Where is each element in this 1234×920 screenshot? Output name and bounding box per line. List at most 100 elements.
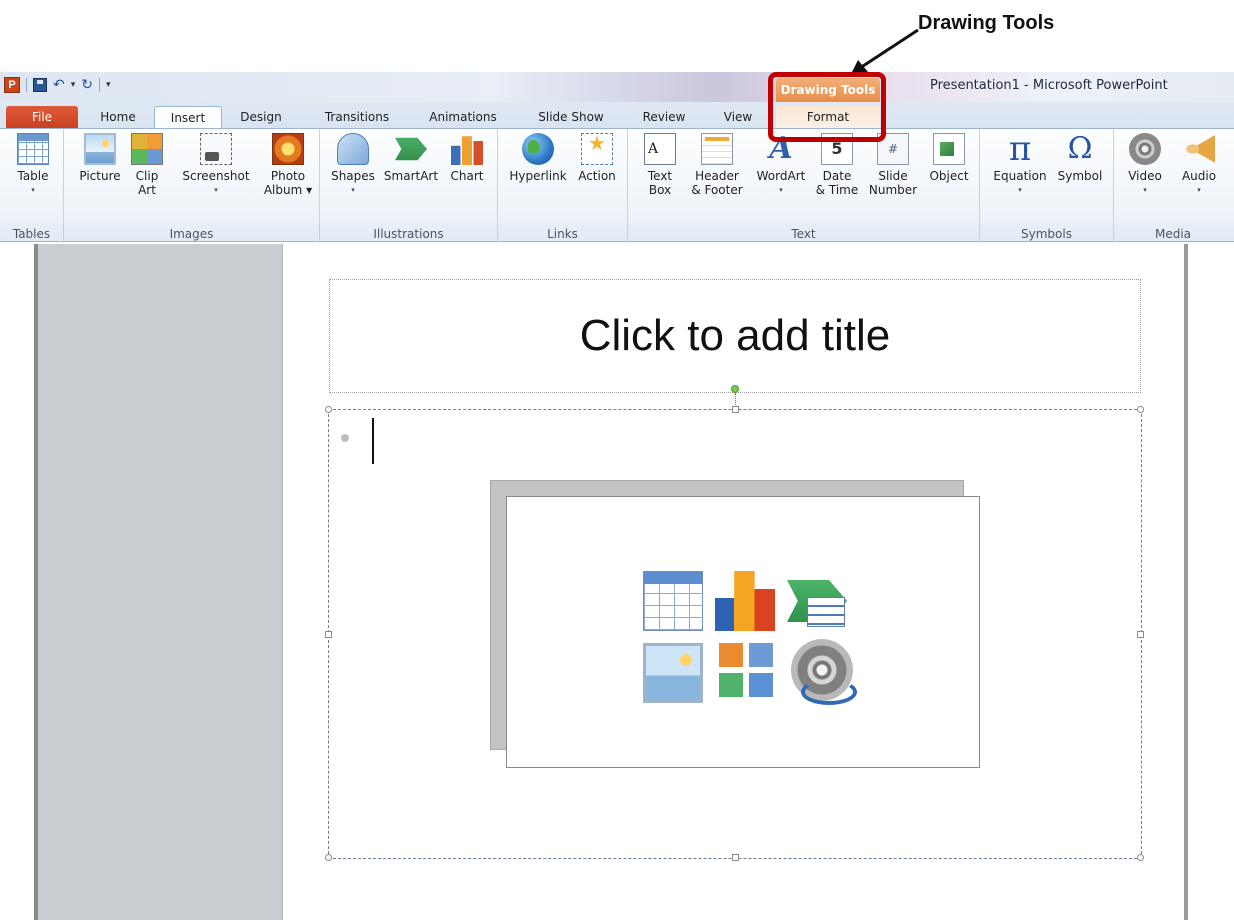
video-button[interactable]: Video ▾ bbox=[1122, 133, 1168, 197]
picture-icon bbox=[84, 133, 116, 165]
resize-handle-bottom[interactable] bbox=[732, 854, 739, 861]
object-icon bbox=[933, 133, 965, 165]
text-box-icon: A bbox=[644, 133, 676, 165]
chart-icon bbox=[451, 136, 483, 165]
drawing-tools-highlight bbox=[768, 72, 886, 142]
table-button[interactable]: Table ▾ bbox=[14, 133, 52, 197]
group-links: Hyperlink Action Links bbox=[498, 129, 628, 243]
shapes-button[interactable]: Shapes ▾ bbox=[328, 133, 378, 197]
content-icons-card bbox=[506, 496, 980, 768]
resize-handle-bottom-right[interactable] bbox=[1137, 854, 1144, 861]
slide-canvas[interactable]: Click to add title bbox=[282, 244, 1184, 920]
hyperlink-globe-icon bbox=[522, 133, 554, 165]
insert-table-icon[interactable] bbox=[643, 571, 703, 631]
workspace: Click to add title bbox=[0, 244, 1234, 920]
speaker-icon bbox=[1183, 133, 1215, 165]
group-label-images: Images bbox=[169, 227, 214, 241]
resize-handle-bottom-left[interactable] bbox=[325, 854, 332, 861]
title-bar: P ↶ ▾ ↻ ▾ Drawing Tools Presentation1 - … bbox=[0, 72, 1234, 102]
tab-home[interactable]: Home bbox=[88, 106, 148, 128]
photo-album-icon bbox=[272, 133, 304, 165]
wordart-button[interactable]: A WordArt ▾ bbox=[752, 133, 810, 197]
content-placeholder[interactable] bbox=[325, 406, 1144, 861]
customize-qat-icon[interactable]: ▾ bbox=[106, 80, 111, 90]
window-title: Presentation1 - Microsoft PowerPoint bbox=[930, 78, 1168, 93]
qat-separator bbox=[26, 78, 27, 92]
group-label-illustrations: Illustrations bbox=[373, 227, 444, 241]
rotation-handle[interactable] bbox=[731, 385, 739, 393]
tab-review[interactable]: Review bbox=[634, 106, 694, 128]
group-images: Picture Clip Art Screenshot ▾ Photo Albu… bbox=[64, 129, 320, 243]
tab-slide-show[interactable]: Slide Show bbox=[526, 106, 616, 128]
group-label-links: Links bbox=[547, 227, 578, 241]
tab-design[interactable]: Design bbox=[228, 106, 294, 128]
audio-button[interactable]: Audio ▾ bbox=[1176, 133, 1222, 197]
clip-art-button[interactable]: Clip Art bbox=[130, 133, 164, 197]
undo-icon[interactable]: ↶ bbox=[53, 77, 65, 93]
powerpoint-window: P ↶ ▾ ↻ ▾ Drawing Tools Presentation1 - … bbox=[0, 72, 1234, 920]
tab-transitions[interactable]: Transitions bbox=[312, 106, 402, 128]
ribbon: Table ▾ Tables Picture Clip Art Screensh… bbox=[0, 128, 1234, 243]
chart-button[interactable]: Chart bbox=[446, 133, 488, 183]
symbol-button[interactable]: Ω Symbol bbox=[1054, 131, 1106, 184]
title-placeholder[interactable]: Click to add title bbox=[329, 279, 1141, 393]
text-cursor bbox=[372, 418, 374, 464]
smartart-button[interactable]: SmartArt bbox=[378, 133, 444, 183]
group-label-symbols: Symbols bbox=[1021, 227, 1072, 241]
group-tables: Table ▾ Tables bbox=[0, 129, 64, 243]
resize-handle-right[interactable] bbox=[1137, 631, 1144, 638]
equation-button[interactable]: π Equation ▾ bbox=[988, 129, 1052, 197]
action-star-icon bbox=[581, 133, 613, 165]
shapes-icon bbox=[337, 133, 369, 165]
text-box-button[interactable]: A Text Box bbox=[642, 133, 678, 197]
video-reel-icon bbox=[1129, 133, 1161, 165]
save-icon[interactable] bbox=[33, 78, 47, 92]
tab-file[interactable]: File bbox=[6, 106, 78, 128]
resize-handle-top[interactable] bbox=[732, 406, 739, 413]
insert-clip-art-icon[interactable] bbox=[719, 643, 773, 697]
action-button[interactable]: Action bbox=[574, 133, 620, 183]
resize-handle-top-left[interactable] bbox=[325, 406, 332, 413]
date-time-button[interactable]: 5 Date & Time bbox=[814, 133, 860, 197]
tab-animations[interactable]: Animations bbox=[420, 106, 506, 128]
group-text: A Text Box Header & Footer A WordArt ▾ 5… bbox=[628, 129, 980, 243]
hyperlink-button[interactable]: Hyperlink bbox=[506, 133, 570, 183]
slide-number-button[interactable]: # Slide Number bbox=[868, 133, 918, 197]
photo-album-button[interactable]: Photo Album ▾ bbox=[260, 133, 316, 197]
group-illustrations: Shapes ▾ SmartArt Chart Illustrations bbox=[320, 129, 498, 243]
resize-handle-top-right[interactable] bbox=[1137, 406, 1144, 413]
quick-access-toolbar: P ↶ ▾ ↻ ▾ bbox=[4, 77, 111, 93]
ribbon-tabs: File Home Insert Design Transitions Anim… bbox=[0, 102, 1234, 128]
group-media: Video ▾ Audio ▾ Media bbox=[1114, 129, 1232, 243]
group-label-text: Text bbox=[791, 227, 816, 241]
group-symbols: π Equation ▾ Ω Symbol Symbols bbox=[980, 129, 1114, 243]
group-label-media: Media bbox=[1154, 227, 1192, 241]
rotation-connector bbox=[735, 393, 736, 407]
powerpoint-app-icon[interactable]: P bbox=[4, 77, 20, 93]
insert-picture-icon[interactable] bbox=[643, 643, 703, 703]
insert-media-clip-icon[interactable] bbox=[791, 639, 857, 705]
header-footer-icon bbox=[701, 133, 733, 165]
table-icon bbox=[17, 133, 49, 165]
group-label-tables: Tables bbox=[12, 227, 51, 241]
resize-handle-left[interactable] bbox=[325, 631, 332, 638]
clip-art-icon bbox=[131, 133, 163, 165]
tab-insert[interactable]: Insert bbox=[154, 106, 222, 128]
smartart-document-icon bbox=[807, 597, 845, 627]
window-right-border bbox=[1184, 244, 1188, 920]
picture-button[interactable]: Picture bbox=[76, 133, 124, 183]
insert-chart-icon[interactable] bbox=[715, 571, 775, 631]
screenshot-button[interactable]: Screenshot ▾ bbox=[176, 133, 256, 197]
redo-icon[interactable]: ↻ bbox=[81, 77, 93, 93]
header-footer-button[interactable]: Header & Footer bbox=[688, 133, 746, 197]
undo-dropdown-icon[interactable]: ▾ bbox=[71, 80, 76, 90]
callout-arrow bbox=[850, 28, 919, 76]
object-button[interactable]: Object bbox=[924, 133, 974, 183]
slide-thumbnail-pane[interactable] bbox=[38, 244, 282, 920]
title-placeholder-text: Click to add title bbox=[579, 311, 891, 360]
omega-symbol-icon: Ω bbox=[1067, 131, 1093, 166]
smartart-icon bbox=[395, 137, 427, 161]
tab-view[interactable]: View bbox=[710, 106, 766, 128]
qat-separator bbox=[99, 78, 100, 92]
pi-equation-icon: π bbox=[1008, 129, 1032, 169]
